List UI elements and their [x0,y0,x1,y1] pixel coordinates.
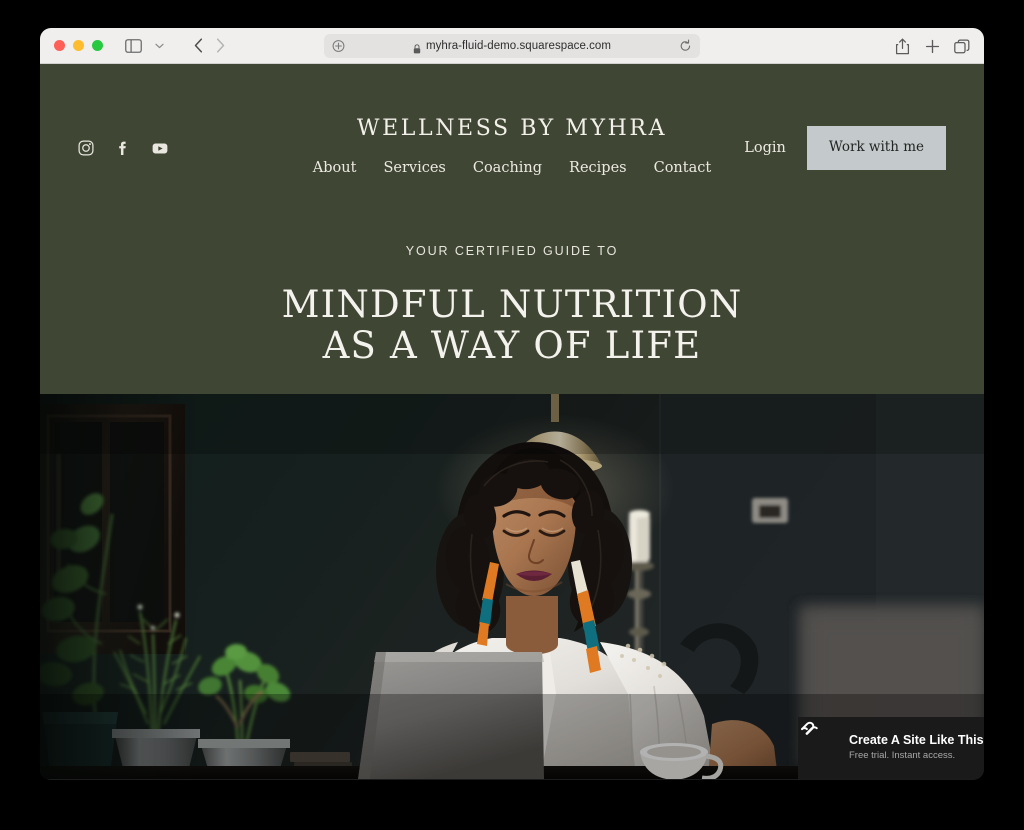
instagram-icon[interactable] [78,140,94,156]
nav-item-services[interactable]: Services [383,160,445,176]
social-links [78,140,168,156]
squarespace-badge-title: Create A Site Like This [849,733,984,748]
squarespace-logo-icon [801,721,837,760]
minimize-window-button[interactable] [73,40,84,51]
header-actions: Login Work with me [744,126,946,170]
url-display: myhra-fluid-demo.squarespace.com [413,40,612,54]
window-controls [54,40,103,51]
chevron-down-icon[interactable] [154,39,165,53]
nav-item-coaching[interactable]: Coaching [473,160,542,176]
squarespace-badge-text: Create A Site Like This Free trial. Inst… [849,734,984,761]
lock-icon [413,41,421,54]
reload-icon[interactable] [679,39,692,53]
hero-headline-line-2: AS A WAY OF LIFE [322,324,702,368]
facebook-icon[interactable] [115,140,131,156]
browser-toolbar: myhra-fluid-demo.squarespace.com [40,28,984,64]
back-button[interactable] [187,36,209,56]
new-tab-icon[interactable] [924,38,940,55]
squarespace-badge-subtitle: Free trial. Instant access. [849,750,956,762]
toolbar-right-actions [894,28,970,64]
hero-image: Create A Site Like This Free trial. Inst… [40,394,984,779]
nav-item-about[interactable]: About [313,160,357,176]
site-header: WELLNESS BY MYHRA About Services Coachin… [40,64,984,394]
page-settings-icon[interactable] [332,40,345,53]
nav-item-recipes[interactable]: Recipes [569,160,627,176]
hero-headline: MINDFUL NUTRITION AS A WAY OF LIFE [40,284,984,367]
url-text: myhra-fluid-demo.squarespace.com [425,40,612,52]
hero-eyebrow: YOUR CERTIFIED GUIDE TO [405,244,619,258]
squarespace-badge[interactable]: Create A Site Like This Free trial. Inst… [798,717,984,779]
sidebar-toggle-icon[interactable] [125,38,142,53]
youtube-icon[interactable] [152,140,168,156]
screenshot-root: myhra-fluid-demo.squarespace.com WELLNES… [0,0,1024,830]
hero-headline-line-1: MINDFUL NUTRITION [281,283,743,326]
close-window-button[interactable] [54,40,65,51]
work-with-me-button[interactable]: Work with me [806,126,946,170]
forward-button[interactable] [209,36,231,56]
webpage-viewport: WELLNESS BY MYHRA About Services Coachin… [40,64,984,779]
maximize-window-button[interactable] [92,40,103,51]
login-link[interactable]: Login [744,140,786,156]
hero-text-block: YOUR CERTIFIED GUIDE TO MINDFUL NUTRITIO… [40,244,984,367]
tab-overview-icon[interactable] [954,38,970,55]
share-icon[interactable] [894,38,910,55]
address-bar-container: myhra-fluid-demo.squarespace.com [324,34,700,58]
address-bar[interactable]: myhra-fluid-demo.squarespace.com [324,34,700,58]
nav-item-contact[interactable]: Contact [654,160,712,176]
browser-window: myhra-fluid-demo.squarespace.com WELLNES… [40,28,984,780]
